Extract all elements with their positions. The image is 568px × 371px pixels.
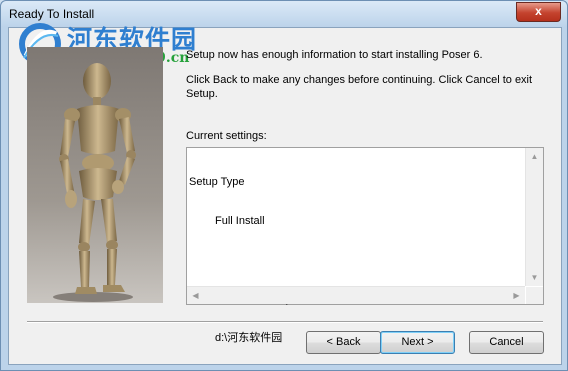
- scroll-up-icon[interactable]: ▲: [526, 148, 543, 165]
- setup-type-heading: Setup Type: [189, 176, 245, 188]
- back-info-text: Click Back to make any changes before co…: [186, 74, 533, 100]
- horizontal-scrollbar[interactable]: ◀ ▶: [187, 286, 525, 304]
- installer-window: Ready To Install x 河东软件园 www.pc0359.cn: [0, 0, 568, 371]
- current-settings-label: Current settings:: [186, 130, 267, 142]
- scroll-corner: [526, 287, 543, 304]
- scroll-down-icon[interactable]: ▼: [526, 269, 543, 286]
- scroll-left-icon[interactable]: ◀: [187, 287, 204, 304]
- back-button[interactable]: < Back: [306, 331, 381, 354]
- cancel-button[interactable]: Cancel: [469, 331, 544, 354]
- settings-text-area: Setup Type Full Install Destination Dire…: [189, 150, 523, 344]
- dialog-body: 河东软件园 www.pc0359.cn: [8, 23, 562, 365]
- vertical-scrollbar[interactable]: ▲ ▼: [525, 148, 543, 286]
- scroll-right-icon[interactable]: ▶: [508, 287, 525, 304]
- close-button[interactable]: x: [516, 2, 561, 22]
- wooden-mannequin-image: [27, 47, 163, 303]
- wooden-mannequin-icon: [53, 63, 136, 302]
- close-icon: x: [535, 4, 542, 18]
- next-button[interactable]: Next >: [380, 331, 455, 354]
- setup-type-value: Full Install: [215, 215, 265, 227]
- current-settings-box[interactable]: Setup Type Full Install Destination Dire…: [186, 147, 544, 344]
- intro-text: Setup now has enough information to star…: [186, 49, 483, 61]
- button-divider: [27, 321, 543, 323]
